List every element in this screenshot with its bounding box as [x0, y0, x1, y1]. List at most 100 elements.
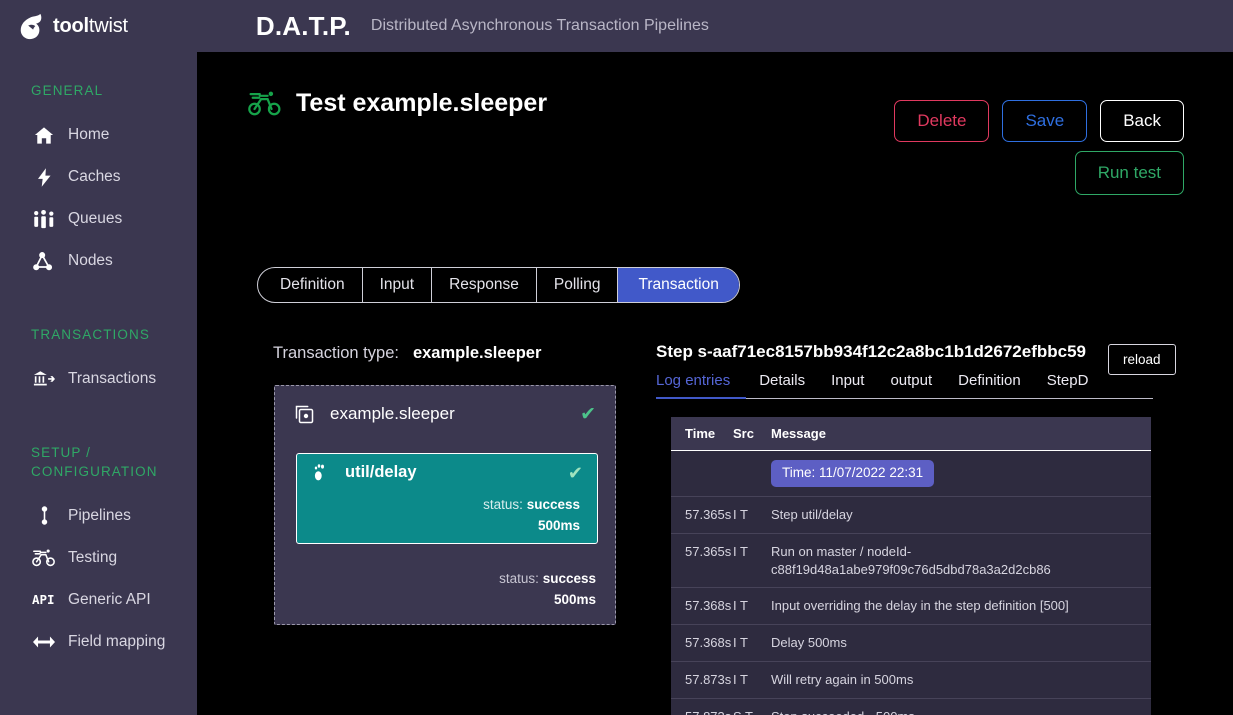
nodes-graph-icon: [31, 250, 57, 272]
svg-text:API: API: [32, 592, 55, 607]
cell-message: Delay 500ms: [771, 624, 1151, 663]
product-acronym: D.A.T.P.: [255, 10, 351, 41]
table-row: 57.368s I T Delay 500ms: [671, 624, 1151, 663]
table-row-time-badge: Time: 11/07/2022 22:31: [671, 450, 1151, 497]
sidebar-item-label-generic-api: Generic API: [68, 590, 151, 608]
tab-input[interactable]: Input: [363, 268, 433, 302]
sidebar-item-label-nodes: Nodes: [68, 252, 113, 270]
step-status-label: status:: [483, 497, 523, 512]
table-row: 57.873s I T Will retry again in 500ms: [671, 661, 1151, 700]
cell-message: Step util/delay: [771, 496, 1151, 534]
sidebar-section-general: GENERAL: [31, 83, 104, 98]
cell-message: Step succeeded - 500ms: [771, 698, 1151, 715]
stacked-layers-icon: [294, 404, 314, 424]
cell-time: 57.873s: [671, 661, 733, 700]
time-badge: Time: 11/07/2022 22:31: [771, 460, 935, 487]
cell-src: I T: [733, 587, 771, 626]
page-title: Test example.sleeper: [296, 88, 548, 117]
step-name: util/delay: [345, 463, 417, 481]
tab-response[interactable]: Response: [432, 268, 537, 302]
subtab-output[interactable]: output: [877, 372, 945, 398]
log-table-header-row: Time Src Message: [671, 417, 1151, 451]
reload-button[interactable]: reload: [1108, 344, 1176, 375]
pipeline-status-value: success: [542, 571, 596, 587]
run-test-button[interactable]: Run test: [1074, 151, 1184, 195]
subtab-definition[interactable]: Definition: [945, 372, 1034, 398]
bank-transfer-icon: [31, 368, 57, 390]
cell-time: 57.873s: [671, 698, 733, 715]
people-icon: [31, 208, 57, 230]
sidebar-item-caches[interactable]: Caches: [0, 156, 197, 198]
step-duration: 500ms: [537, 517, 580, 533]
sidebar-item-transactions[interactable]: Transactions: [0, 358, 197, 400]
step-card-header: util/delay ✔: [297, 454, 597, 491]
step-duration-line: 500ms: [297, 516, 580, 537]
sidebar-item-generic-api[interactable]: API Generic API: [0, 579, 197, 621]
tab-definition[interactable]: Definition: [258, 268, 363, 302]
tab-bar: Definition Input Response Polling Transa…: [257, 267, 740, 303]
pipeline-duration-line: 500ms: [499, 590, 596, 611]
sidebar-item-nodes[interactable]: Nodes: [0, 240, 197, 282]
pipeline-duration: 500ms: [553, 592, 596, 608]
pipeline-node[interactable]: example.sleeper ✔: [275, 386, 615, 442]
table-row: 57.365s I T Run on master / nodeId-c88f1…: [671, 533, 1151, 589]
save-button[interactable]: Save: [1002, 100, 1088, 142]
transaction-type: Transaction type: example.sleeper: [273, 344, 541, 363]
step-stats: status: success 500ms: [297, 491, 597, 537]
sidebar-item-label-field-mapping: Field mapping: [68, 632, 166, 650]
pipeline-name: example.sleeper: [330, 404, 455, 423]
table-row: 57.873s S T Step succeeded - 500ms: [671, 698, 1151, 715]
check-icon: ✔: [567, 462, 583, 483]
step-detail-tab-bar: Log entries Details Input output Definit…: [656, 372, 1153, 399]
page-header: Test example.sleeper: [248, 88, 547, 118]
page-action-buttons: Delete Save Back: [894, 100, 1184, 142]
sidebar-item-label-testing: Testing: [68, 548, 118, 566]
pipeline-status-label: status:: [499, 571, 539, 587]
sidebar-item-testing[interactable]: Testing: [0, 537, 197, 579]
cell-time-empty: [671, 450, 733, 497]
cyclist-icon: [31, 547, 57, 569]
subtab-details[interactable]: Details: [746, 372, 818, 398]
run-test-button-row: Run test: [1074, 151, 1184, 195]
home-icon: [31, 124, 57, 146]
step-status-value: success: [526, 497, 580, 512]
log-table-head: Time Src Message: [671, 417, 1151, 451]
sidebar-section-transactions: TRANSACTIONS: [31, 327, 150, 343]
sidebar: GENERAL Home Caches Queues Nodes TRANSAC…: [0, 52, 197, 715]
cell-message: Input overriding the delay in the step d…: [771, 587, 1151, 626]
column-header-src: Src: [733, 417, 771, 451]
check-icon: ✔: [580, 403, 596, 425]
tab-polling[interactable]: Polling: [537, 268, 619, 302]
cell-src: I T: [733, 661, 771, 700]
step-status-line: status: success: [297, 495, 580, 516]
cyclist-icon: [248, 88, 282, 118]
pipeline-icon: [31, 505, 57, 527]
tab-transaction[interactable]: Transaction: [618, 268, 739, 302]
flame-swirl-logo-icon: [16, 12, 46, 40]
cell-src: S T: [733, 698, 771, 715]
app-root: tooltwist D.A.T.P. Distributed Asynchron…: [0, 0, 1233, 715]
transaction-type-value: example.sleeper: [412, 344, 542, 362]
cell-message: Will retry again in 500ms: [771, 661, 1151, 700]
sidebar-item-label-queues: Queues: [68, 210, 123, 228]
sidebar-item-queues[interactable]: Queues: [0, 198, 197, 240]
top-bar: tooltwist D.A.T.P. Distributed Asynchron…: [0, 0, 1233, 52]
sidebar-item-home[interactable]: Home: [0, 114, 197, 156]
sidebar-item-label-transactions: Transactions: [68, 370, 157, 388]
cell-src: I T: [733, 624, 771, 663]
subtab-stepd[interactable]: StepD: [1034, 372, 1102, 398]
subtab-input[interactable]: Input: [818, 372, 877, 398]
column-header-message: Message: [771, 417, 1151, 451]
main-content: Test example.sleeper Delete Save Back Ru…: [197, 52, 1233, 715]
brand-logo[interactable]: tooltwist: [16, 12, 128, 40]
sidebar-item-pipelines[interactable]: Pipelines: [0, 495, 197, 537]
arrows-horizontal-icon: [31, 631, 57, 653]
sidebar-item-field-mapping[interactable]: Field mapping: [0, 621, 197, 663]
sidebar-item-label-caches: Caches: [68, 168, 121, 186]
delete-button[interactable]: Delete: [894, 100, 990, 142]
sidebar-section-setup: SETUP / CONFIGURATION: [31, 445, 158, 479]
back-button[interactable]: Back: [1100, 100, 1184, 142]
subtab-log-entries[interactable]: Log entries: [656, 372, 747, 399]
step-card-util-delay[interactable]: util/delay ✔ status: success 500ms: [296, 453, 598, 544]
